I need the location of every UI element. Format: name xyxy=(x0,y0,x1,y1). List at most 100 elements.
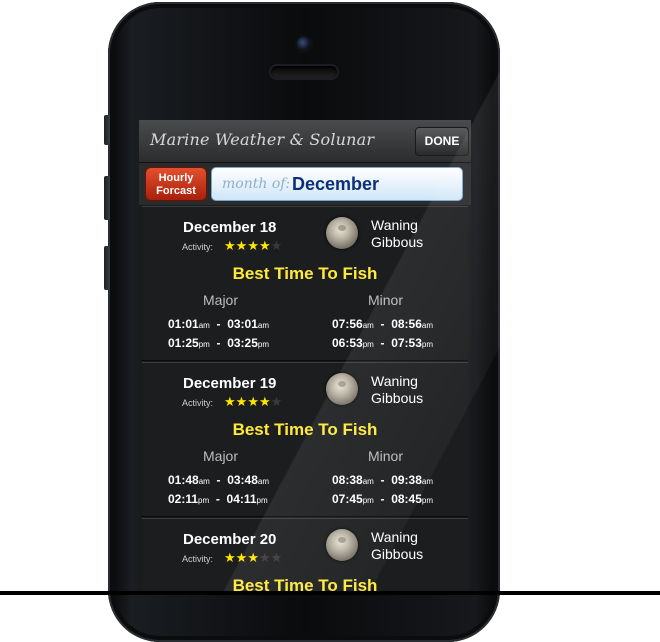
moon-phase-line1: Waning xyxy=(371,373,418,389)
end-time: 08:45 xyxy=(391,492,422,506)
end-suffix: am xyxy=(257,477,270,486)
activity-label: Activity: xyxy=(182,398,214,408)
hourly-forecast-button[interactable]: Hourly Forcast xyxy=(145,167,207,201)
moon-phase-line2: Gibbous xyxy=(371,390,424,406)
moon-phase-line2: Gibbous xyxy=(371,546,424,562)
activity-rating: ★★★★★ xyxy=(224,550,282,566)
end-time: 03:48 xyxy=(227,473,258,487)
minor-time-row: 07:56am - 08:56am xyxy=(332,317,433,331)
start-time: 01:25 xyxy=(168,336,199,350)
time-separator: - xyxy=(377,317,388,331)
app-title: Marine Weather & Solunar xyxy=(150,130,375,149)
moon-phase: Waning Gibbous xyxy=(371,529,423,563)
day-date: December 20 xyxy=(183,531,277,548)
start-suffix: am xyxy=(362,321,374,330)
end-suffix: am xyxy=(421,477,434,486)
star-icon: ★ xyxy=(247,394,259,409)
activity-label: Activity: xyxy=(182,242,214,252)
day-card[interactable]: December 19 Activity: ★★★★★ Waning Gibbous… xyxy=(142,362,468,517)
start-suffix: am xyxy=(198,321,210,330)
star-icon: ★ xyxy=(235,238,248,253)
end-suffix: am xyxy=(421,321,434,330)
time-separator: - xyxy=(213,473,224,487)
star-icon: ★ xyxy=(247,238,259,253)
start-time: 01:48 xyxy=(168,473,199,487)
major-heading: Major xyxy=(203,292,239,308)
time-separator: - xyxy=(213,336,224,350)
activity-label: Activity: xyxy=(182,554,214,564)
start-suffix: pm xyxy=(198,496,210,505)
app-screen: Marine Weather & Solunar DONE Hourly For… xyxy=(139,120,471,595)
end-time: 09:38 xyxy=(391,473,422,487)
star-icon: ★ xyxy=(224,238,236,253)
start-time: 08:38 xyxy=(332,473,363,487)
start-time: 07:56 xyxy=(332,317,363,331)
hourly-button-label-line1: Hourly xyxy=(158,172,194,184)
start-time: 02:11 xyxy=(168,492,199,506)
major-time-row: 01:48am - 03:48am xyxy=(168,473,269,487)
moon-icon xyxy=(326,373,358,405)
start-time: 06:53 xyxy=(332,336,363,350)
star-icon: ★ xyxy=(270,550,283,565)
day-card[interactable]: December 20 Activity: ★★★★★ Waning Gibbous… xyxy=(142,518,468,595)
star-icon: ★ xyxy=(235,550,248,565)
end-time: 08:56 xyxy=(391,317,422,331)
done-button[interactable]: DONE xyxy=(415,127,469,156)
activity-rating: ★★★★★ xyxy=(224,394,282,410)
time-separator: - xyxy=(377,336,388,350)
activity-rating: ★★★★★ xyxy=(224,238,282,254)
moon-phase-line1: Waning xyxy=(371,529,418,545)
day-date: December 19 xyxy=(183,375,277,392)
end-suffix: pm xyxy=(421,340,434,349)
star-icon: ★ xyxy=(258,238,271,253)
major-time-row: 01:01am - 03:01am xyxy=(168,317,269,331)
earpiece-speaker xyxy=(271,66,337,78)
start-time: 07:45 xyxy=(332,492,363,506)
month-picker-field[interactable]: month of: December xyxy=(211,167,463,201)
star-icon: ★ xyxy=(270,394,283,409)
day-card[interactable]: December 18 Activity: ★★★★★ Waning Gibbous… xyxy=(142,206,468,361)
volume-down-button xyxy=(104,246,110,290)
mute-switch xyxy=(104,115,110,145)
bottom-border xyxy=(0,591,660,595)
star-icon: ★ xyxy=(235,394,248,409)
minor-heading: Minor xyxy=(368,292,404,308)
volume-up-button xyxy=(104,176,110,220)
time-separator: - xyxy=(212,492,224,506)
navigation-bar: Marine Weather & Solunar DONE xyxy=(139,120,471,163)
time-separator: - xyxy=(377,492,388,506)
start-suffix: pm xyxy=(198,340,210,349)
end-suffix: am xyxy=(257,321,270,330)
moon-phase-line2: Gibbous xyxy=(371,234,424,250)
best-time-heading: Best Time To Fish xyxy=(232,420,378,439)
minor-heading: Minor xyxy=(368,448,404,464)
time-separator: - xyxy=(213,317,224,331)
star-icon: ★ xyxy=(270,238,283,253)
major-time-row: 01:25pm - 03:25pm xyxy=(168,336,269,350)
star-icon: ★ xyxy=(247,550,259,565)
major-heading: Major xyxy=(203,448,239,464)
minor-time-row: 07:45pm - 08:45pm xyxy=(332,492,433,506)
end-suffix: pm xyxy=(256,496,268,505)
major-time-row: 02:11pm - 04:11pm xyxy=(168,492,268,506)
end-suffix: pm xyxy=(257,340,270,349)
moon-phase-line1: Waning xyxy=(371,217,418,233)
star-icon: ★ xyxy=(224,550,236,565)
end-time: 03:25 xyxy=(227,336,258,350)
best-time-heading: Best Time To Fish xyxy=(232,264,378,283)
hourly-button-label-line2: Forcast xyxy=(156,185,196,197)
star-icon: ★ xyxy=(224,394,236,409)
start-time: 01:01 xyxy=(168,317,199,331)
month-selector-bar: Hourly Forcast month of: December xyxy=(139,163,471,205)
front-camera xyxy=(297,37,311,51)
end-suffix: pm xyxy=(421,496,434,505)
month-prefix-label: month of: xyxy=(222,176,291,192)
moon-phase: Waning Gibbous xyxy=(371,373,423,407)
moon-phase: Waning Gibbous xyxy=(371,217,423,251)
month-value: December xyxy=(292,174,380,194)
minor-time-row: 08:38am - 09:38am xyxy=(332,473,433,487)
time-separator: - xyxy=(377,473,388,487)
day-date: December 18 xyxy=(183,219,277,236)
start-suffix: pm xyxy=(362,496,374,505)
end-time: 03:01 xyxy=(227,317,258,331)
